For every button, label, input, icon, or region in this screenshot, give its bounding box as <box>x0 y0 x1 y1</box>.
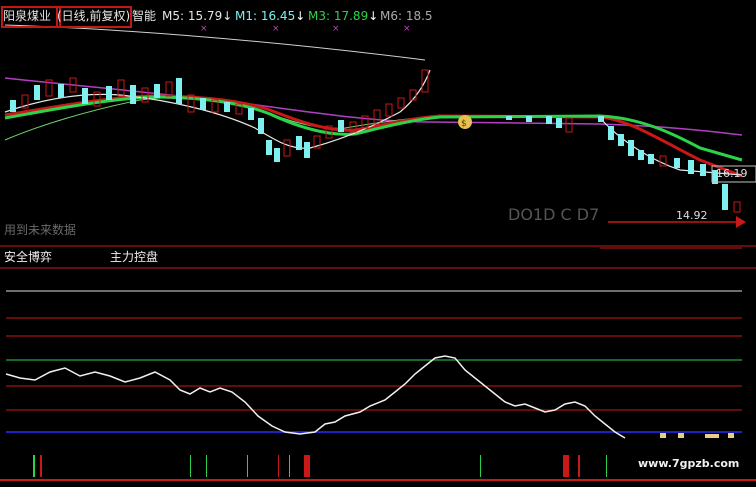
down-arrow-icon: ↓ <box>368 9 379 23</box>
candle <box>274 148 280 162</box>
candle <box>618 134 624 146</box>
signal-tick <box>289 455 290 477</box>
ma-m5: M5: 15.79↓ <box>162 9 232 23</box>
candle <box>688 160 694 174</box>
signal-tick <box>278 455 279 477</box>
candle <box>106 86 112 100</box>
candle <box>722 184 728 210</box>
svg-text:×: × <box>332 24 340 34</box>
candle <box>526 116 532 122</box>
candle <box>176 78 182 104</box>
signal-tick <box>206 455 207 477</box>
low-price-label: 14.92 <box>676 209 708 222</box>
candle <box>34 85 40 100</box>
down-arrow-icon: ↓ <box>222 9 233 23</box>
svg-text:×: × <box>272 24 280 34</box>
candle <box>258 118 264 134</box>
candle <box>608 126 614 140</box>
candle <box>58 84 64 98</box>
ma-m3: M3: 17.89↓ <box>308 9 378 23</box>
svg-text:$: $ <box>461 119 467 129</box>
candle <box>248 108 254 120</box>
ma-m6-value: M6: 18.5 <box>380 9 433 23</box>
chart-canvas[interactable]: × × × × $ <box>0 0 756 487</box>
signal-tick <box>578 455 580 477</box>
ma-m3-value: M3: 17.89 <box>308 9 369 23</box>
candle <box>598 116 604 122</box>
background <box>0 0 756 487</box>
candle <box>154 84 160 98</box>
signal-tick <box>33 455 35 477</box>
signal-tick <box>40 455 42 477</box>
candle <box>338 120 344 132</box>
svg-text:×: × <box>403 24 411 34</box>
signal-tick <box>563 455 569 477</box>
price-right-label: 16.19 <box>716 167 748 180</box>
future-data-watermark: 用到未来数据 <box>4 223 77 237</box>
signal-tick <box>304 455 310 477</box>
site-watermark: www.7gpzb.com <box>638 457 740 470</box>
sub-title-mid: 主力控盘 <box>110 250 159 264</box>
candle <box>130 85 136 104</box>
candle <box>266 140 272 155</box>
signal-tick <box>190 455 191 477</box>
ma-m1: M1: 16.45↓ <box>235 9 305 23</box>
down-arrow-icon: ↓ <box>295 9 306 23</box>
candle <box>648 154 654 164</box>
faded-text: DO1D C D7 <box>508 205 600 224</box>
candle <box>296 136 302 150</box>
candle <box>224 102 230 112</box>
sub-title-left: 安全博弈 <box>4 250 53 264</box>
signal-tick <box>606 455 607 477</box>
candle <box>638 150 644 160</box>
period-highlight <box>56 6 132 28</box>
indicator-label: 智能 <box>132 9 157 23</box>
ma-m1-value: M1: 16.45 <box>235 9 296 23</box>
ma-m6: M6: 18.5 <box>380 9 433 23</box>
candle <box>304 142 310 158</box>
svg-text:×: × <box>200 24 208 34</box>
candle <box>700 164 706 176</box>
signal-tick <box>480 455 481 477</box>
candle <box>556 118 562 128</box>
candle <box>82 88 88 104</box>
candle <box>506 116 512 120</box>
stock-name-highlight <box>1 6 61 28</box>
candle <box>674 158 680 168</box>
ma-m5-value: M5: 15.79 <box>162 9 223 23</box>
candle <box>546 116 552 124</box>
candle <box>200 98 206 110</box>
candle <box>10 100 16 112</box>
signal-tick <box>247 455 248 477</box>
candle <box>628 140 634 156</box>
